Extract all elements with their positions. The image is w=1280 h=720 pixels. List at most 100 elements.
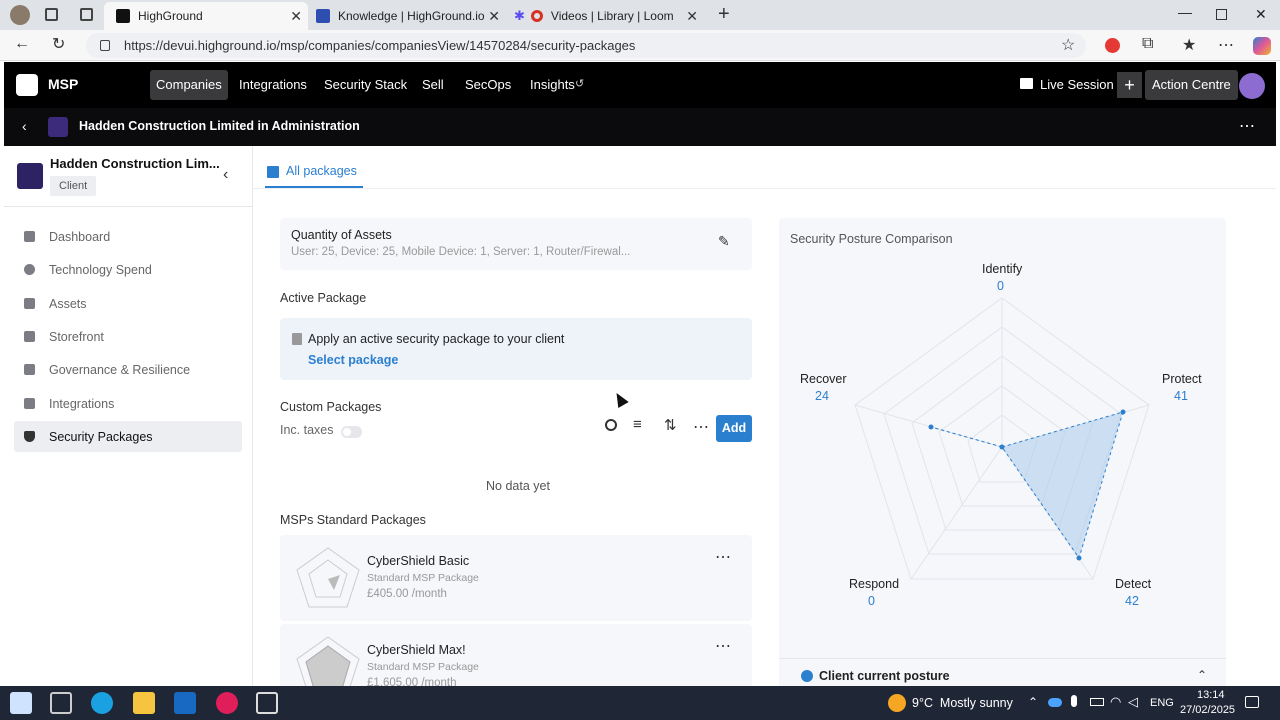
nav-secops[interactable]: SecOps: [459, 70, 517, 100]
plug-icon: [24, 398, 35, 409]
copilot-icon[interactable]: [1253, 37, 1271, 55]
new-tab-button[interactable]: +: [718, 3, 730, 26]
axis-label-recover: Recover: [800, 372, 847, 386]
minimize-window-button[interactable]: —: [1178, 4, 1192, 20]
more-options-icon[interactable]: ⋯: [693, 417, 710, 437]
live-session-icon: [1020, 78, 1033, 89]
clock-time[interactable]: 13:14: [1197, 689, 1225, 701]
close-window-button[interactable]: ✕: [1255, 6, 1267, 23]
browser-toolbar: ← ↻ https://devui.highground.io/msp/comp…: [0, 30, 1280, 61]
browser-tab-loom[interactable]: ✱ Videos | Library | Loom ✕: [508, 2, 704, 30]
slack-icon[interactable]: [216, 692, 238, 714]
collapse-sidebar-icon[interactable]: ‹: [223, 166, 228, 184]
notifications-icon[interactable]: [1245, 696, 1259, 708]
url-text: https://devui.highground.io/msp/companie…: [124, 38, 636, 53]
legend-divider: [779, 658, 1226, 659]
file-explorer-icon[interactable]: [133, 692, 155, 714]
more-menu-icon[interactable]: ⋯: [1218, 35, 1234, 55]
axis-label-detect: Detect: [1115, 577, 1152, 591]
nav-security-stack[interactable]: Security Stack: [318, 70, 413, 100]
select-package-link[interactable]: Select package: [308, 353, 398, 367]
nav-companies[interactable]: Companies: [150, 70, 228, 100]
nav-integrations[interactable]: Integrations: [233, 70, 313, 100]
package-card[interactable]: CyberShield Basic Standard MSP Package £…: [280, 535, 752, 621]
chevron-up-icon[interactable]: ⌃: [1197, 668, 1207, 682]
package-options-icon[interactable]: ⋯: [715, 547, 732, 567]
sidebar-client-name: Hadden Construction Lim...: [50, 156, 220, 171]
assets-title: Quantity of Assets: [291, 228, 392, 242]
package-card[interactable]: CyberShield Max! Standard MSP Package £1…: [280, 624, 752, 686]
sidebar-item-security-packages[interactable]: Security Packages: [14, 421, 242, 452]
clock-date[interactable]: 27/02/2025: [1180, 704, 1235, 716]
divider: [4, 206, 253, 207]
weather-text[interactable]: 9°C Mostly sunny: [912, 696, 1013, 710]
close-tab-icon[interactable]: ✕: [686, 8, 698, 25]
edit-pencil-icon[interactable]: ✎: [718, 233, 730, 250]
volume-icon: ◁: [1128, 694, 1138, 709]
back-arrow-icon[interactable]: ←: [14, 35, 30, 53]
user-avatar[interactable]: [1239, 73, 1265, 99]
search-icon[interactable]: [605, 419, 617, 431]
task-view-icon[interactable]: [50, 692, 72, 714]
legend-label: Client current posture: [819, 669, 950, 683]
windows-start-icon[interactable]: [10, 692, 32, 714]
dashboard-icon: [24, 231, 35, 242]
action-centre-button[interactable]: Action Centre: [1145, 70, 1238, 100]
sidebar-item-governance[interactable]: Governance & Resilience: [14, 354, 242, 385]
os-taskbar: 9°C Mostly sunny ⌃ ◠ ◁ ENG 13:14 27/02/2…: [0, 686, 1280, 720]
nav-sell[interactable]: Sell: [416, 70, 450, 100]
shield-icon: [24, 431, 35, 442]
outlook-icon[interactable]: [174, 692, 196, 714]
sidebar-item-label: Security Packages: [49, 429, 153, 444]
lock-icon: [100, 40, 110, 51]
close-tab-icon[interactable]: ✕: [290, 8, 302, 25]
profile-avatar-icon[interactable]: [10, 5, 30, 25]
sort-icon[interactable]: ⇅: [664, 416, 677, 434]
top-navigation: MSP Companies Integrations Security Stac…: [4, 62, 1276, 108]
sidebar-item-dashboard[interactable]: Dashboard: [14, 221, 242, 252]
sidebar-item-assets[interactable]: Assets: [14, 288, 242, 319]
assets-card[interactable]: Quantity of Assets User: 25, Device: 25,…: [280, 218, 752, 270]
browser-tab-knowledge[interactable]: Knowledge | HighGround.io | Inte ✕: [310, 2, 506, 30]
sidebar: Hadden Construction Lim... Client ‹ Dash…: [4, 146, 253, 686]
package-radar-thumbnail: [296, 636, 360, 686]
workspaces-icon[interactable]: [45, 8, 58, 21]
highground-logo-icon: [116, 9, 130, 23]
custom-packages-heading: Custom Packages: [280, 400, 382, 414]
back-chevron-icon[interactable]: ‹: [22, 118, 27, 134]
more-options-icon[interactable]: ⋯: [1239, 116, 1255, 136]
close-tab-icon[interactable]: ✕: [488, 8, 500, 25]
favorite-star-icon[interactable]: ☆: [1061, 35, 1075, 55]
extensions-icon[interactable]: ⧉: [1142, 35, 1153, 53]
filter-icon[interactable]: ≡: [633, 416, 642, 433]
axis-value-protect: 41: [1174, 389, 1188, 403]
package-options-icon[interactable]: ⋯: [715, 636, 732, 656]
tab-all-packages[interactable]: All packages: [286, 164, 357, 178]
chevron-up-icon[interactable]: ⌃: [1028, 695, 1038, 709]
add-button[interactable]: +: [1117, 72, 1142, 98]
inc-taxes-toggle[interactable]: [341, 426, 362, 438]
tab-actions-icon[interactable]: [80, 8, 93, 21]
sidebar-item-label: Technology Spend: [49, 262, 152, 277]
address-bar[interactable]: https://devui.highground.io/msp/companie…: [86, 33, 1086, 58]
axis-value-identify: 0: [997, 279, 1004, 293]
sidebar-item-storefront[interactable]: Storefront: [14, 321, 242, 352]
axis-value-respond: 0: [868, 594, 875, 608]
tab-title: HighGround: [138, 9, 203, 23]
favorites-icon[interactable]: ★: [1182, 35, 1196, 55]
refresh-icon[interactable]: ↻: [52, 34, 65, 54]
live-session-button[interactable]: Live Session: [1034, 70, 1120, 100]
app-icon[interactable]: [256, 692, 278, 714]
sidebar-item-technology-spend[interactable]: Technology Spend: [14, 254, 242, 285]
language-indicator[interactable]: ENG: [1150, 697, 1174, 709]
wifi-icon: ◠: [1110, 694, 1122, 709]
sidebar-item-integrations[interactable]: Integrations: [14, 388, 242, 419]
browser-tab-highground[interactable]: HighGround ✕: [104, 2, 308, 30]
storefront-icon: [24, 331, 35, 342]
edge-browser-icon[interactable]: [91, 692, 113, 714]
maximize-window-button[interactable]: [1216, 9, 1227, 20]
nav-insights[interactable]: Insights: [524, 70, 581, 100]
extension-red-icon[interactable]: [1105, 38, 1120, 53]
browser-tab-bar: HighGround ✕ Knowledge | HighGround.io |…: [0, 0, 1280, 30]
add-package-button[interactable]: Add: [716, 415, 752, 442]
